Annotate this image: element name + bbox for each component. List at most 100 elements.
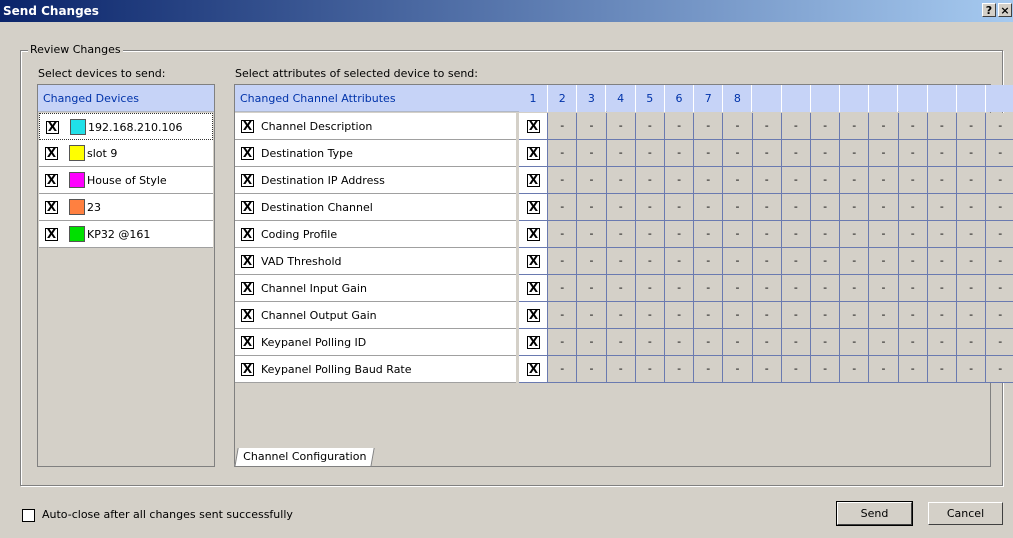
channel-dash-cell: - [898,221,928,248]
channel-checkbox-cell[interactable]: X [519,302,549,329]
attribute-checkbox[interactable]: X [241,282,254,295]
attribute-label: Channel Output Gain [261,309,377,322]
attribute-row[interactable]: X Destination Type [235,140,516,167]
attribute-label: Coding Profile [261,228,338,241]
channel-dash-cell: - [840,113,870,140]
devices-label: Select devices to send: [38,67,166,80]
channel-checkbox-cell[interactable]: X [519,329,549,356]
channel-checkbox-cell[interactable]: X [519,140,549,167]
device-checkbox[interactable]: X [45,228,58,241]
help-button[interactable]: ? [982,3,996,17]
attribute-checkbox[interactable]: X [241,309,254,322]
device-row[interactable]: Xslot 9 [39,140,213,167]
channel-dash-cell: - [577,275,607,302]
attribute-checkbox[interactable]: X [241,201,254,214]
device-color-swatch [69,199,85,215]
channel-header [957,85,986,112]
device-checkbox[interactable]: X [45,174,58,187]
attribute-row[interactable]: X VAD Threshold [235,248,516,275]
device-row[interactable]: X House of Style [39,167,213,194]
attribute-checkbox[interactable]: X [241,174,254,187]
channel-header [986,85,1013,112]
channel-dash-cell: - [986,356,1013,383]
channel-checkbox[interactable]: X [527,174,540,187]
channel-dash-cell: - [869,356,899,383]
autoclose-checkbox[interactable] [22,509,35,522]
channel-checkbox[interactable]: X [527,120,540,133]
channel-dash-cell: - [606,302,636,329]
channel-dash-cell: - [548,221,578,248]
attribute-checkbox[interactable]: X [241,255,254,268]
attributes-grid[interactable]: Changed Channel Attributes 12345678 X Cha… [234,84,1013,467]
cancel-button[interactable]: Cancel [928,502,1003,525]
attributes-label: Select attributes of selected device to … [235,67,478,80]
attribute-row[interactable]: X Keypanel Polling Baud Rate [235,356,516,383]
channel-checkbox[interactable]: X [527,282,540,295]
channel-checkbox-cell[interactable]: X [519,167,549,194]
device-row[interactable]: X 192.168.210.106 [39,113,213,140]
channel-checkbox[interactable]: X [527,201,540,214]
close-button[interactable]: × [998,3,1012,17]
device-checkbox[interactable]: X [46,121,59,134]
attribute-checkbox[interactable]: X [241,120,254,133]
channel-checkbox-cell[interactable]: X [519,356,549,383]
title-bar: Send Changes ? × [0,0,1013,22]
channel-header [898,85,928,112]
channel-checkbox[interactable]: X [527,228,540,241]
channel-dash-cell: - [898,275,928,302]
channel-dash-cell: - [927,113,957,140]
device-row[interactable]: X 23 [39,194,213,221]
channel-header [840,85,870,112]
device-checkbox[interactable]: X [45,201,58,214]
channel-dash-cell: - [898,329,928,356]
channel-dash-cell: - [957,194,987,221]
device-checkbox[interactable]: X [45,147,58,160]
channel-dash-cell: - [927,275,957,302]
channel-dash-cell: - [986,113,1013,140]
attribute-checkbox[interactable]: X [241,336,254,349]
attribute-checkbox[interactable]: X [241,363,254,376]
device-row[interactable]: X KP32 @161 [39,221,213,248]
attribute-checkbox[interactable]: X [241,228,254,241]
attribute-row[interactable]: X Channel Input Gain [235,275,516,302]
channel-dash-cell: - [869,194,899,221]
channel-checkbox-cell[interactable]: X [519,194,549,221]
attribute-label: VAD Threshold [261,255,342,268]
channel-checkbox-cell[interactable]: X [519,275,549,302]
channel-dash-cell: - [606,248,636,275]
attribute-checkbox[interactable]: X [241,147,254,160]
device-label: 23 [87,201,101,214]
channel-checkbox[interactable]: X [527,336,540,349]
channel-dash-cell: - [665,248,695,275]
attribute-row[interactable]: X Coding Profile [235,221,516,248]
channel-dash-cell: - [840,221,870,248]
device-label: KP32 @161 [87,228,151,241]
tab-channel-configuration[interactable]: Channel Configuration [234,448,375,467]
channel-checkbox[interactable]: X [527,147,540,160]
channel-checkbox-cell[interactable]: X [519,248,549,275]
channel-dash-cell: - [752,140,782,167]
channel-header [927,85,957,112]
channel-checkbox-cell[interactable]: X [519,113,549,140]
channel-checkbox[interactable]: X [527,255,540,268]
channel-checkbox[interactable]: X [527,363,540,376]
channel-header [811,85,840,112]
channel-dash-cell: - [723,356,753,383]
attribute-row[interactable]: X Channel Output Gain [235,302,516,329]
channel-dash-cell: - [957,221,987,248]
attribute-row[interactable]: X Destination Channel [235,194,516,221]
attribute-row[interactable]: X Channel Description [235,113,516,140]
channel-checkbox-cell[interactable]: X [519,221,549,248]
channel-dash-cell: - [606,275,636,302]
channel-dash-cell: - [665,221,695,248]
attribute-row[interactable]: X Keypanel Polling ID [235,329,516,356]
devices-list[interactable]: Changed Devices X 192.168.210.106 Xslot 9X… [37,84,215,467]
channel-header: 1 [519,85,548,112]
attribute-row[interactable]: X Destination IP Address [235,167,516,194]
channel-dash-cell: - [811,113,841,140]
channel-dash-cell: - [577,194,607,221]
channel-dash-cell: - [723,302,753,329]
channel-checkbox[interactable]: X [527,309,540,322]
channel-dash-cell: - [606,221,636,248]
send-button[interactable]: Send [836,501,913,526]
